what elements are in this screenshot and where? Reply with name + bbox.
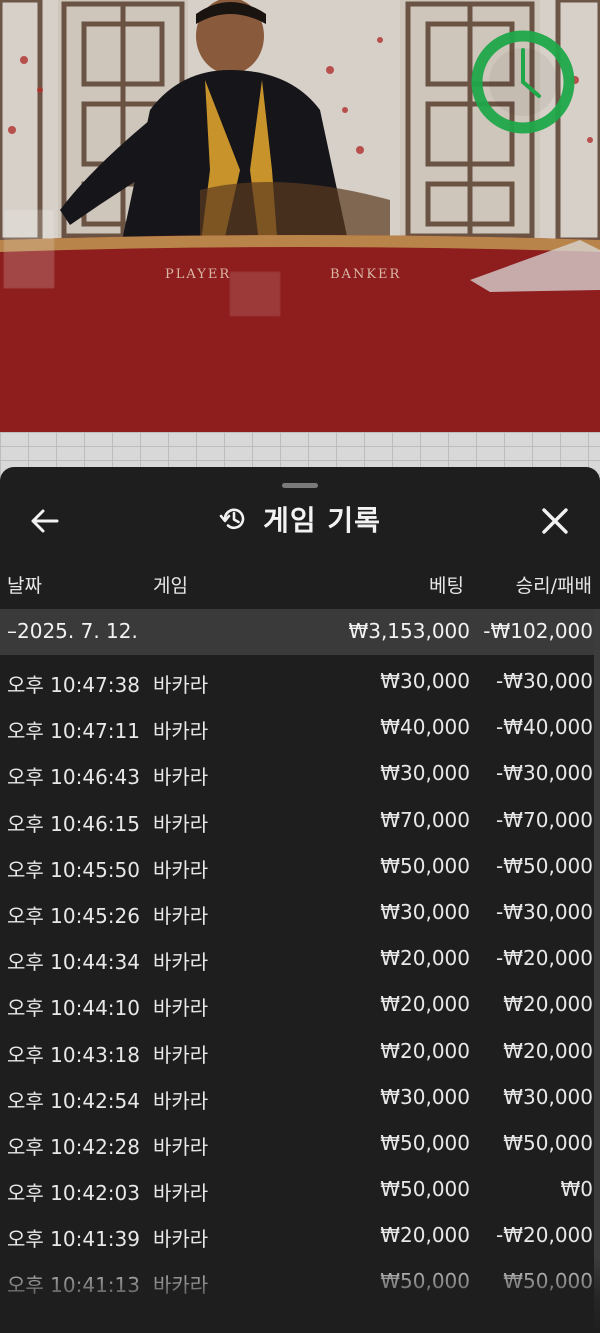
banker-area-label: BANKER (330, 267, 401, 282)
row-win-loss: ₩30,000 (503, 1084, 593, 1109)
row-time: 오후 10:42:28 (7, 1134, 140, 1159)
live-video: PLAYER BANKER (0, 0, 600, 432)
row-win-loss: ₩0 (560, 1177, 594, 1202)
summary-date: –2025. 7. 12. (7, 619, 138, 643)
row-bet: ₩20,000 (380, 946, 470, 971)
row-bet: ₩30,000 (380, 669, 470, 693)
row-game: 바카라 (153, 1088, 209, 1113)
row-game: 바카라 (153, 950, 209, 975)
back-button[interactable] (22, 501, 68, 541)
row-bet: ₩30,000 (380, 899, 470, 924)
row-time: 오후 10:42:54 (7, 1088, 140, 1113)
row-win-loss: -₩70,000 (496, 807, 593, 832)
row-game: 바카라 (153, 1042, 209, 1067)
row-bet: ₩50,000 (380, 1269, 470, 1294)
history-row[interactable]: 오후 10:47:11 바카라 ₩40,000 -₩40,000 (0, 703, 600, 749)
row-time: 오후 10:42:03 (7, 1181, 140, 1206)
column-header-game[interactable]: 게임 (153, 571, 188, 598)
row-time: 오후 10:43:18 (7, 1042, 140, 1067)
sheet-header: 게임 기록 (0, 491, 600, 547)
row-time: 오후 10:45:50 (7, 857, 140, 882)
row-game: 바카라 (153, 765, 209, 790)
row-time: 오후 10:41:13 (7, 1273, 140, 1298)
timer-clock-icon (471, 30, 575, 134)
row-bet: ₩50,000 (380, 1130, 470, 1155)
row-win-loss: ₩50,000 (503, 1130, 593, 1155)
row-bet: ₩50,000 (380, 853, 470, 878)
game-history-sheet: 게임 기록 날짜 게임 베팅 승리/패배 –2025. 7. 12. ₩3,15… (0, 467, 600, 1333)
row-win-loss: ₩20,000 (503, 992, 593, 1017)
row-game: 바카라 (153, 1227, 209, 1252)
column-header-bet[interactable]: 베팅 (429, 571, 464, 598)
row-time: 오후 10:44:34 (7, 950, 140, 975)
row-bet: ₩70,000 (380, 807, 470, 832)
history-row[interactable]: 오후 10:42:54 바카라 ₩30,000 ₩30,000 (0, 1073, 600, 1119)
date-summary-row[interactable]: –2025. 7. 12. ₩3,153,000 -₩102,000 (0, 609, 600, 655)
row-game: 바카라 (153, 857, 209, 882)
row-game: 바카라 (153, 1273, 209, 1298)
history-row[interactable]: 오후 10:46:15 바카라 ₩70,000 -₩70,000 (0, 796, 600, 842)
row-time: 오후 10:47:11 (7, 719, 140, 744)
row-bet: ₩20,000 (380, 1038, 470, 1063)
title-wrap: 게임 기록 (0, 491, 600, 547)
row-win-loss: -₩40,000 (496, 715, 593, 740)
history-row[interactable]: 오후 10:43:18 바카라 ₩20,000 ₩20,000 (0, 1027, 600, 1073)
summary-bet-total: ₩3,153,000 (348, 619, 470, 643)
history-row[interactable]: 오후 10:44:10 바카라 ₩20,000 ₩20,000 (0, 980, 600, 1026)
column-header-win-loss[interactable]: 승리/패배 (516, 571, 592, 598)
row-game: 바카라 (153, 903, 209, 928)
row-bet: ₩40,000 (380, 715, 470, 740)
history-row[interactable]: 오후 10:41:39 바카라 ₩20,000 -₩20,000 (0, 1211, 600, 1257)
history-clock-icon (219, 504, 249, 534)
row-game: 바카라 (153, 811, 209, 836)
row-time: 오후 10:45:26 (7, 903, 140, 928)
row-game: 바카라 (153, 1181, 209, 1206)
close-x-icon (542, 508, 568, 534)
history-row[interactable]: 오후 10:45:26 바카라 ₩30,000 -₩30,000 (0, 888, 600, 934)
row-win-loss: -₩20,000 (496, 946, 593, 971)
row-bet: ₩30,000 (380, 1084, 470, 1109)
row-bet: ₩30,000 (380, 761, 470, 786)
history-row[interactable]: 오후 10:42:03 바카라 ₩50,000 ₩0 (0, 1165, 600, 1211)
row-win-loss: -₩30,000 (496, 761, 593, 786)
row-game: 바카라 (153, 719, 209, 744)
summary-win-loss-total: -₩102,000 (483, 619, 593, 643)
row-bet: ₩20,000 (380, 992, 470, 1017)
row-time: 오후 10:44:10 (7, 996, 140, 1021)
row-time: 오후 10:46:43 (7, 765, 140, 790)
player-area-label: PLAYER (165, 267, 231, 282)
row-win-loss: -₩20,000 (496, 1223, 593, 1248)
arrow-left-icon (31, 509, 59, 533)
history-row[interactable]: 오후 10:41:13 바카라 ₩50,000 ₩50,000 (0, 1257, 600, 1303)
history-row[interactable]: 오후 10:44:34 바카라 ₩20,000 -₩20,000 (0, 934, 600, 980)
row-win-loss: -₩30,000 (496, 669, 593, 693)
row-win-loss: ₩50,000 (503, 1269, 593, 1294)
history-row[interactable]: 오후 10:42:28 바카라 ₩50,000 ₩50,000 (0, 1119, 600, 1165)
history-rows: 오후 10:47:38 바카라 ₩30,000 -₩30,000 오후 10:47:1… (0, 657, 600, 1304)
row-game: 바카라 (153, 1134, 209, 1159)
row-game: 바카라 (153, 673, 209, 697)
row-bet: ₩20,000 (380, 1223, 470, 1248)
column-headers: 날짜 게임 베팅 승리/패배 (0, 567, 600, 601)
app-root: PLAYER BANKER 게임 기록 날짜 게임 베팅 승리/패배 –2025… (0, 0, 600, 1333)
row-time: 오후 10:47:38 (7, 673, 140, 697)
column-header-date[interactable]: 날짜 (7, 571, 42, 598)
row-time: 오후 10:46:15 (7, 811, 140, 836)
history-row[interactable]: 오후 10:45:50 바카라 ₩50,000 -₩50,000 (0, 842, 600, 888)
close-button[interactable] (532, 499, 578, 543)
sheet-drag-handle[interactable] (282, 483, 318, 488)
row-game: 바카라 (153, 996, 209, 1021)
row-bet: ₩50,000 (380, 1177, 470, 1202)
row-time: 오후 10:41:39 (7, 1227, 140, 1252)
row-win-loss: -₩50,000 (496, 853, 593, 878)
row-win-loss: ₩20,000 (503, 1038, 593, 1063)
round-timer (469, 28, 577, 136)
row-win-loss: -₩30,000 (496, 899, 593, 924)
sheet-title: 게임 기록 (263, 504, 381, 537)
scrollbar-track[interactable] (594, 609, 600, 1333)
history-row[interactable]: 오후 10:46:43 바카라 ₩30,000 -₩30,000 (0, 749, 600, 795)
history-row[interactable]: 오후 10:47:38 바카라 ₩30,000 -₩30,000 (0, 657, 600, 703)
